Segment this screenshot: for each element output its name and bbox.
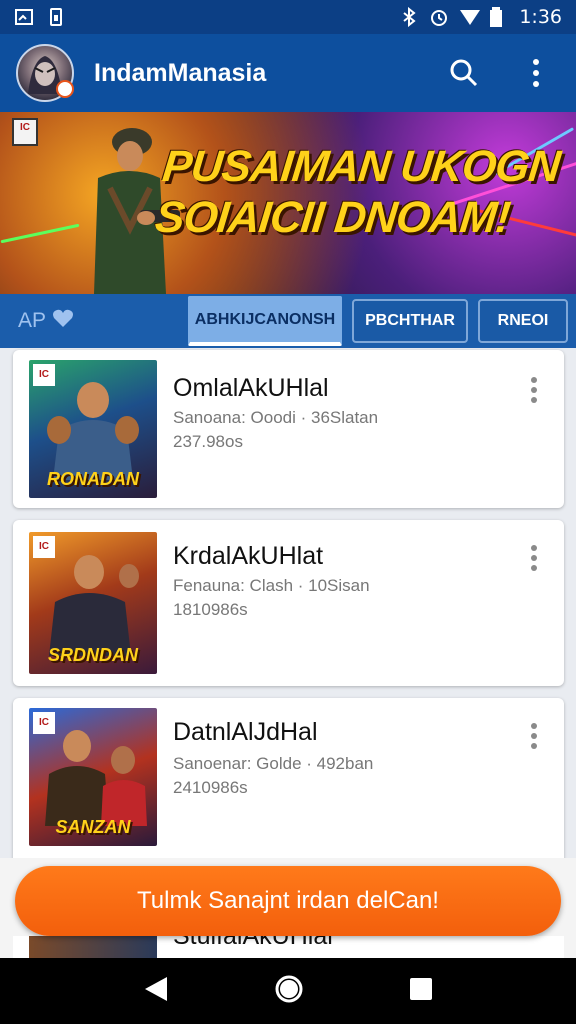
- game-thumbnail: [29, 936, 157, 958]
- cta-button[interactable]: Tulmk Sanajnt irdan delCan!: [15, 866, 561, 936]
- thumbnail-caption: SANZAN: [55, 817, 131, 837]
- avatar[interactable]: [16, 44, 74, 102]
- tab-abhkijcanonsh[interactable]: ABHKIJCANONSH: [188, 296, 342, 346]
- game-title: OmlalAkUHlal: [173, 374, 329, 402]
- game-meta: 237.98os: [173, 432, 243, 451]
- thumbnail-caption: RONADAN: [47, 469, 139, 489]
- status-time: 1:36: [519, 6, 562, 28]
- game-subtitle: Fenauna: Clash · 10Sisan: [173, 576, 370, 595]
- list-item[interactable]: IC SRDNDAN KrdalAkUHlat Fenauna: Clash ·…: [13, 520, 564, 686]
- screenshot-icon: [14, 7, 34, 27]
- heart-icon: [52, 308, 74, 334]
- game-subtitle: Sanoana: Ooodi · 36Slatan: [173, 408, 379, 427]
- game-title: KrdalAkUHlat: [173, 542, 324, 570]
- game-thumbnail: IC SRDNDAN: [29, 532, 157, 674]
- promo-banner[interactable]: IC PUSAIMAN UKOGN SOIAICII DNOAM!: [0, 112, 576, 294]
- laser-decoration: [0, 223, 80, 244]
- game-thumbnail: IC SANZAN: [29, 708, 157, 846]
- search-icon[interactable]: [448, 57, 480, 89]
- avatar-badge-icon: [56, 80, 74, 98]
- banner-headline: PUSAIMAN UKOGN SOIAICII DNOAM!: [152, 142, 576, 244]
- status-bar: 1:36: [0, 0, 576, 34]
- signal-icon: [459, 7, 481, 27]
- tab-rneoi[interactable]: RNEOI: [478, 299, 568, 343]
- system-nav-bar: [0, 958, 576, 1024]
- ap-text: AP: [18, 309, 47, 332]
- battery-saver-icon: [46, 7, 66, 27]
- battery-icon: [489, 7, 509, 27]
- list-item-peek[interactable]: StulfalAkUHlal: [13, 936, 564, 958]
- home-icon[interactable]: [274, 974, 304, 1009]
- game-title: DatnlAlJdHal: [173, 718, 318, 746]
- game-meta: 2410986s: [173, 778, 248, 797]
- ap-label[interactable]: AP: [18, 308, 74, 334]
- tab-strip: AP ABHKIJCANONSH PBCHTHAR RNEOI: [0, 294, 576, 348]
- banner-headline-line1: PUSAIMAN UKOGN: [160, 142, 563, 191]
- tab-pbchthar[interactable]: PBCHTHAR: [352, 299, 468, 343]
- age-rating-badge: IC: [33, 536, 55, 558]
- more-vert-icon[interactable]: [520, 57, 552, 89]
- app-title: IndamManasia: [94, 58, 267, 87]
- more-vert-icon[interactable]: [526, 722, 542, 752]
- age-rating-badge: IC: [33, 712, 55, 734]
- alarm-icon: [429, 7, 449, 27]
- game-thumbnail: IC RONADAN: [29, 360, 157, 498]
- game-title: StulfalAkUHlal: [173, 936, 333, 950]
- more-vert-icon[interactable]: [526, 376, 542, 406]
- more-vert-icon[interactable]: [526, 544, 542, 574]
- age-rating-badge: IC: [12, 118, 38, 146]
- banner-headline-line2: SOIAICII DNOAM!: [152, 193, 513, 242]
- bluetooth-icon: [399, 6, 419, 28]
- list-item[interactable]: IC RONADAN OmlalAkUHlal Sanoana: Ooodi ·…: [13, 350, 564, 508]
- app-bar: IndamManasia: [0, 34, 576, 112]
- recents-icon[interactable]: [409, 977, 433, 1006]
- back-icon[interactable]: [143, 975, 169, 1008]
- thumbnail-caption: SRDNDAN: [48, 645, 138, 665]
- age-rating-badge: IC: [33, 364, 55, 386]
- game-subtitle: Sanoenar: Golde · 492ban: [173, 754, 374, 773]
- list-item[interactable]: IC SANZAN DatnlAlJdHal Sanoenar: Golde ·…: [13, 698, 564, 868]
- game-meta: 1810986s: [173, 600, 248, 619]
